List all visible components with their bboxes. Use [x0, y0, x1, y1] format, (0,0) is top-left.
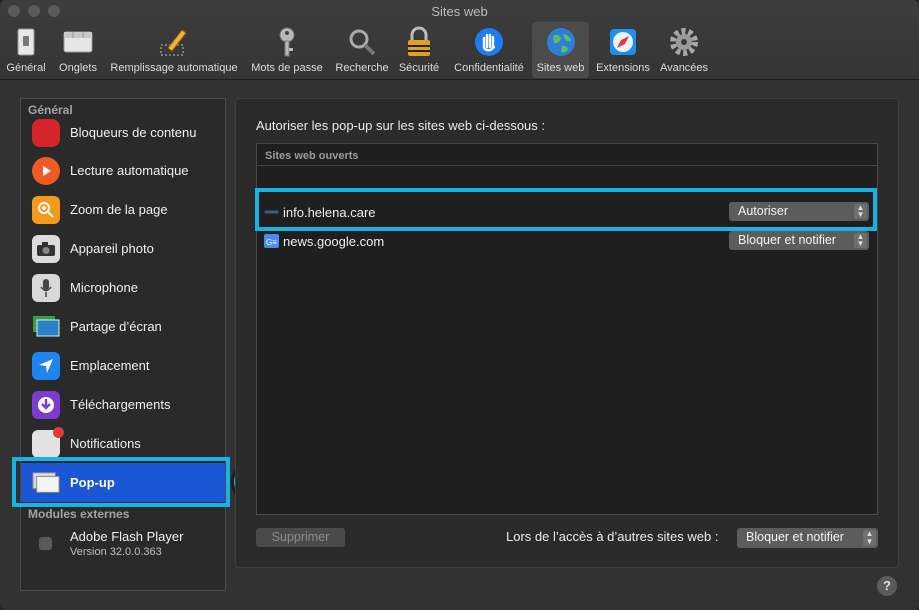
gear-icon	[670, 28, 698, 56]
row-highlight-frame	[255, 188, 877, 231]
other-sites-label: Lors de l’accès à d’autres sites web :	[506, 529, 719, 544]
camera-icon	[32, 234, 60, 263]
other-sites-select[interactable]: Bloquer et notifier ▲ ▼	[737, 528, 878, 548]
screen-share-icon	[32, 313, 60, 341]
sidebar-item-downloads[interactable]: Téléchargements	[21, 385, 225, 424]
tab-general[interactable]: Général	[4, 22, 48, 78]
notification-icon	[32, 426, 64, 458]
plugin-item-flash[interactable]: Adobe Flash Player Version 32.0.0.363	[21, 523, 225, 563]
tabs-icon	[63, 31, 93, 53]
location-arrow-icon	[32, 351, 60, 380]
hand-icon	[475, 28, 503, 56]
popup-settings-panel: Autoriser les pop-up sur les sites web c…	[235, 98, 899, 568]
sidebar-item-camera[interactable]: Appareil photo	[21, 229, 225, 268]
magnifier-icon	[349, 29, 376, 56]
svg-text:G≡: G≡	[266, 238, 277, 247]
plugin-name: Adobe Flash Player	[70, 528, 184, 544]
sidebar-item-page-zoom[interactable]: Zoom de la page	[21, 190, 225, 229]
tab-avancees[interactable]: Avancées	[658, 22, 710, 78]
download-icon	[32, 390, 60, 419]
chevron-updown-icon: ▲ ▼	[863, 530, 876, 546]
lock-icon	[408, 26, 430, 56]
chevron-updown-icon: ▲ ▼	[854, 233, 867, 248]
table-row[interactable]: G≡ news.google.com Bloquer et notifier ▲…	[257, 227, 877, 255]
plugin-checkbox[interactable]	[39, 536, 52, 550]
site-name: news.google.com	[283, 233, 385, 249]
pencil-icon	[160, 29, 187, 56]
microphone-icon	[32, 273, 60, 302]
switch-icon	[17, 28, 35, 56]
title-bar: Sites web Général Onglets Remplissage au…	[0, 0, 919, 80]
tab-onglets[interactable]: Onglets	[54, 22, 102, 78]
site-setting-select[interactable]: Bloquer et notifier ▲ ▼	[729, 231, 869, 250]
plugin-version: Version 32.0.0.363	[70, 545, 162, 558]
sidebar: Général Bloqueurs de contenu Lecture aut…	[20, 98, 226, 591]
sidebar-item-location[interactable]: Emplacement	[21, 346, 225, 385]
remove-button[interactable]: Supprimer	[256, 528, 345, 547]
sidebar-item-content-blockers[interactable]: Bloqueurs de contenu	[21, 113, 225, 152]
panel-description: Autoriser les pop-up sur les sites web c…	[256, 118, 546, 133]
sidebar-section-plugins: Modules externes	[28, 507, 130, 521]
tab-mots-de-passe[interactable]: Mots de passe	[247, 22, 327, 78]
window-title: Sites web	[431, 4, 488, 19]
stop-sign-icon	[32, 118, 60, 147]
google-news-icon: G≡	[264, 234, 279, 248]
preferences-window: Sites web Général Onglets Remplissage au…	[0, 0, 919, 610]
tab-remplissage-automatique[interactable]: Remplissage automatique	[104, 22, 244, 78]
popup-highlight-frame	[12, 457, 230, 507]
tab-confidentialite[interactable]: Confidentialité	[448, 22, 530, 78]
globe-icon	[546, 28, 575, 56]
sidebar-item-autoplay[interactable]: Lecture automatique	[21, 151, 225, 190]
tab-securite[interactable]: Sécurité	[395, 22, 443, 78]
tab-extensions[interactable]: Extensions	[593, 22, 653, 78]
compass-icon	[610, 29, 636, 55]
sidebar-item-microphone[interactable]: Microphone	[21, 268, 225, 307]
key-icon	[279, 27, 295, 57]
zoom-icon	[32, 195, 60, 224]
tab-sites-web[interactable]: Sites web	[532, 22, 589, 78]
tab-recherche[interactable]: Recherche	[331, 22, 393, 78]
sidebar-item-screen-sharing[interactable]: Partage d’écran	[21, 307, 225, 346]
help-button[interactable]: ?	[877, 576, 897, 596]
table-header: Sites web ouverts	[257, 144, 877, 166]
play-icon	[32, 156, 60, 185]
